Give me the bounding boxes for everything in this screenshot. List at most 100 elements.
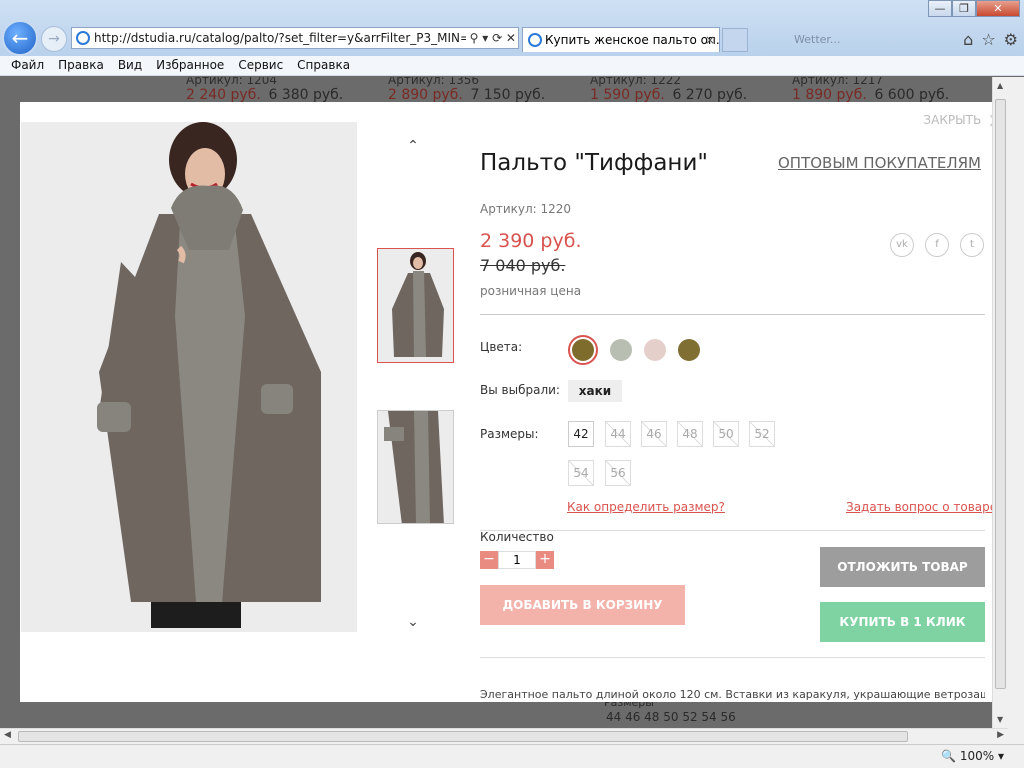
buy-one-click-button[interactable]: КУПИТЬ В 1 КЛИК — [820, 602, 985, 642]
divider — [480, 657, 985, 658]
product-quick-view-modal: ⌃ ⌄ ЗАКРЫТЬ × Пальто "Тиффани" ОПТО — [20, 102, 1008, 702]
scroll-left-icon[interactable]: ◀ — [4, 730, 11, 740]
add-to-cart-button[interactable]: ДОБАВИТЬ В КОРЗИНУ — [480, 585, 685, 625]
size-option-disabled[interactable]: 56 — [605, 460, 631, 486]
address-text: http://dstudia.ru/catalog/palto/?set_fil… — [94, 31, 491, 45]
status-bar: 🔍 100% ▾ — [0, 744, 1024, 768]
ie-tab-icon — [528, 33, 542, 47]
bg-product-4: Артикул: 1217 1 890 руб. 6 600 руб. — [792, 77, 949, 103]
twitter-icon[interactable]: t — [960, 233, 984, 257]
new-tab-button[interactable] — [722, 28, 748, 52]
bg-article: Артикул: 1356 — [388, 77, 480, 87]
ie-toolbar: ⌂ ☆ ⚙ — [963, 30, 1018, 49]
zoom-level: 100% — [959, 749, 995, 763]
zoom-icon: 🔍 — [941, 749, 956, 763]
bg-product-1: Артикул: 1204 2 240 руб. 6 380 руб. — [186, 77, 343, 103]
forward-button[interactable]: → — [41, 26, 67, 52]
tab-active[interactable]: Купить женское пальто оп... × — [522, 27, 720, 52]
coat-thumb-2 — [378, 411, 453, 523]
color-swatch-pink[interactable] — [644, 339, 666, 361]
size-option[interactable]: 42 — [568, 421, 594, 447]
menu-bar: Файл Правка Вид Избранное Сервис Справка — [0, 56, 1024, 76]
color-swatch-olive[interactable] — [678, 339, 700, 361]
quantity-label: Количество — [480, 530, 554, 544]
window-controls: — ❐ ✕ — [928, 0, 1020, 18]
ask-question-link[interactable]: Задать вопрос о товаре — [846, 500, 997, 514]
price-note: розничная цена — [480, 284, 582, 298]
chosen-label: Вы выбрали: — [480, 383, 560, 397]
gear-icon[interactable]: ⚙ — [1004, 30, 1018, 49]
size-option-disabled[interactable]: 46 — [641, 421, 667, 447]
product-title: Пальто "Тиффани" — [480, 150, 708, 176]
coat-main-illustration — [21, 122, 357, 632]
bg-sizes-values: 44 46 48 50 52 54 56 — [606, 710, 736, 724]
menu-favorites[interactable]: Избранное — [149, 56, 231, 75]
menu-file[interactable]: Файл — [4, 56, 51, 75]
quantity-plus-button[interactable]: + — [536, 551, 554, 569]
scroll-down-icon[interactable]: ▼ — [997, 715, 1003, 724]
color-swatch-grey[interactable] — [610, 339, 632, 361]
color-swatches — [568, 335, 700, 365]
size-option-disabled[interactable]: 48 — [677, 421, 703, 447]
scroll-up-icon[interactable]: ▲ — [997, 81, 1003, 90]
chevron-down-icon[interactable]: ▾ — [998, 749, 1004, 763]
title-bar: ← → http://dstudia.ru/catalog/palto/?set… — [0, 0, 1024, 56]
vertical-scroll-thumb[interactable] — [995, 99, 1006, 689]
size-option-disabled[interactable]: 50 — [713, 421, 739, 447]
size-option-disabled[interactable]: 54 — [568, 460, 594, 486]
product-price: 2 390 руб. — [480, 230, 582, 252]
minimize-button[interactable]: — — [928, 0, 952, 17]
facebook-icon[interactable]: f — [925, 233, 949, 257]
scroll-right-icon[interactable]: ▶ — [997, 730, 1004, 740]
bg-article: Артикул: 1217 — [792, 77, 884, 87]
thumbnail-2[interactable] — [377, 410, 454, 524]
size-help-link[interactable]: Как определить размер? — [567, 500, 725, 514]
scroll-gutter — [1008, 77, 1024, 728]
horizontal-scrollbar[interactable]: ◀ ▶ — [0, 728, 1008, 744]
chosen-color-value: хаки — [568, 380, 622, 402]
bg-price: 2 240 руб. — [186, 87, 261, 103]
coat-thumb-1 — [378, 249, 453, 362]
sizes-label: Размеры: — [480, 427, 539, 441]
chevron-down-icon[interactable]: ⌄ — [403, 614, 423, 630]
size-option-disabled[interactable]: 44 — [605, 421, 631, 447]
tab-title: Купить женское пальто оп... — [545, 33, 720, 47]
chevron-up-icon[interactable]: ⌃ — [403, 138, 423, 154]
zoom-control[interactable]: 🔍 100% ▾ — [941, 749, 1004, 763]
thumbnail-1-selected[interactable] — [377, 248, 454, 363]
vk-icon[interactable]: vk — [890, 233, 914, 257]
home-icon[interactable]: ⌂ — [963, 30, 973, 49]
product-old-price: 7 040 руб. — [480, 256, 566, 275]
quantity-stepper: − 1 + — [480, 551, 554, 569]
size-option-disabled[interactable]: 52 — [749, 421, 775, 447]
address-bar[interactable]: http://dstudia.ru/catalog/palto/?set_fil… — [71, 27, 519, 49]
menu-help[interactable]: Справка — [290, 56, 357, 75]
favorites-star-icon[interactable]: ☆ — [981, 30, 995, 49]
social-share: vk f t — [890, 233, 984, 257]
background-tab[interactable]: Wetter... — [780, 28, 890, 52]
bg-old-price: 6 380 руб. — [268, 87, 344, 103]
bg-old-price: 7 150 руб. — [470, 87, 546, 103]
maximize-button[interactable]: ❐ — [952, 0, 976, 17]
color-swatch-khaki-selected[interactable] — [568, 335, 598, 365]
horizontal-scroll-thumb[interactable] — [18, 731, 908, 742]
product-description: Элегантное пальто длиной около 120 см. В… — [480, 688, 985, 701]
back-button[interactable]: ← — [2, 20, 38, 56]
menu-tools[interactable]: Сервис — [231, 56, 290, 75]
ie-page-icon — [76, 31, 90, 45]
address-tools[interactable]: ⚲ ▾ ⟳ ✕ — [465, 28, 516, 48]
quantity-minus-button[interactable]: − — [480, 551, 498, 569]
bg-price: 2 890 руб. — [388, 87, 463, 103]
vertical-scrollbar[interactable]: ▲ ▼ — [992, 77, 1008, 728]
bg-product-3: Артикул: 1222 1 590 руб. 6 270 руб. — [590, 77, 747, 103]
window-close-button[interactable]: ✕ — [976, 0, 1020, 17]
colors-label: Цвета: — [480, 340, 523, 354]
defer-item-button[interactable]: ОТЛОЖИТЬ ТОВАР — [820, 547, 985, 587]
menu-view[interactable]: Вид — [111, 56, 149, 75]
menu-edit[interactable]: Правка — [51, 56, 111, 75]
bg-article: Артикул: 1204 — [186, 77, 278, 87]
tab-close-icon[interactable]: × — [705, 28, 715, 52]
quantity-input[interactable]: 1 — [498, 551, 536, 569]
bg-price: 1 890 руб. — [792, 87, 867, 103]
wholesale-link[interactable]: ОПТОВЫМ ПОКУПАТЕЛЯМ — [778, 154, 981, 172]
